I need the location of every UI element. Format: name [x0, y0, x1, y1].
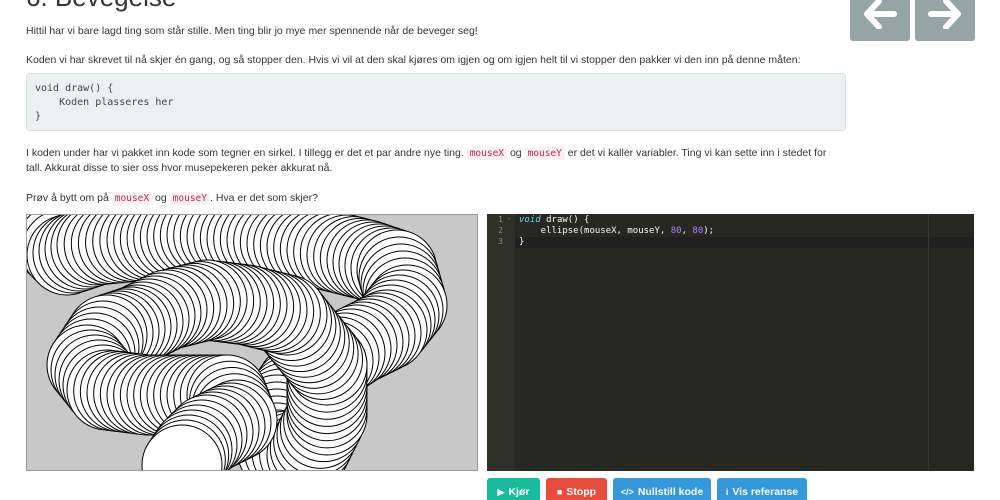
arrow-left-icon	[864, 0, 897, 29]
line-number: 2	[498, 226, 503, 235]
intro-paragraph: Hittil har vi bare lagd ting som står st…	[26, 25, 478, 37]
paragraph-text: . Hva er det som skjer?	[209, 192, 318, 204]
page-title: 6. Bevegelse	[26, 0, 176, 12]
example-code-block: void draw() { Koden plasseres her }	[26, 73, 846, 131]
show-reference-button[interactable]: i Vis referanse	[717, 478, 807, 500]
sketch-drawing	[27, 215, 448, 470]
play-icon: ▶	[497, 486, 505, 497]
run-button-label: Kjør	[508, 486, 530, 498]
arrow-right-icon	[928, 0, 961, 29]
inline-code-mousex: mouseX	[466, 147, 508, 160]
paragraph-text: Prøv å bytt om på	[26, 192, 109, 204]
editor-line-1: void draw() {	[519, 215, 589, 225]
code-block-line: }	[35, 111, 42, 122]
code-token: ellipse(mouseX, mouseY,	[519, 226, 671, 236]
code-editor[interactable]: 1 2 3 - void draw() { ellipse(mouseX, mo…	[487, 214, 974, 471]
line-number: 3	[498, 237, 503, 246]
paragraph-text: I koden under har vi pakket inn kode som…	[26, 147, 464, 159]
next-page-button[interactable]	[915, 0, 975, 41]
code-token: draw() {	[540, 215, 590, 225]
code-block-line: void draw() {	[35, 83, 114, 94]
previous-page-button[interactable]	[850, 0, 910, 41]
stop-button-label: Stopp	[566, 486, 597, 498]
task-paragraph: Prøv å bytt om på mouseX og mouseY. Hva …	[26, 191, 841, 206]
print-margin	[928, 214, 929, 471]
code-token: ,	[681, 226, 693, 236]
number-token: 80	[692, 226, 704, 236]
reset-code-button[interactable]: </> Nullstill kode	[613, 478, 711, 500]
reset-button-label: Nullstill kode	[637, 486, 704, 498]
active-line-highlight	[515, 237, 974, 248]
inline-code-mousey: mouseY	[169, 192, 210, 205]
editor-line-3: }	[519, 237, 525, 247]
paragraph-text: og	[509, 147, 522, 159]
editor-gutter: 1 2 3 -	[487, 214, 515, 471]
sketch-canvas[interactable]	[26, 214, 478, 471]
fold-toggle-icon[interactable]: -	[507, 215, 511, 223]
keyword-token: void	[519, 215, 541, 225]
explanation-paragraph: Koden vi har skrevet til nå skjer én gan…	[26, 54, 801, 66]
code-token: );	[703, 226, 715, 236]
number-token: 80	[670, 226, 682, 236]
stop-icon: ■	[556, 487, 563, 497]
inline-code-mousey: mouseY	[524, 147, 565, 160]
line-number: 1	[498, 215, 503, 224]
editor-line-2: ellipse(mouseX, mouseY, 80, 80);	[519, 226, 714, 236]
variables-paragraph: I koden under har vi pakket inn kode som…	[26, 146, 841, 175]
run-button[interactable]: ▶ Kjør	[487, 478, 540, 500]
code-icon: </>	[620, 487, 634, 497]
reference-button-label: Vis referanse	[732, 486, 799, 498]
stop-button[interactable]: ■ Stopp	[546, 478, 607, 500]
code-block-line: Koden plasseres her	[35, 97, 174, 108]
inline-code-mousex: mouseX	[111, 192, 153, 205]
paragraph-text: og	[155, 192, 167, 204]
info-icon: i	[725, 487, 729, 497]
